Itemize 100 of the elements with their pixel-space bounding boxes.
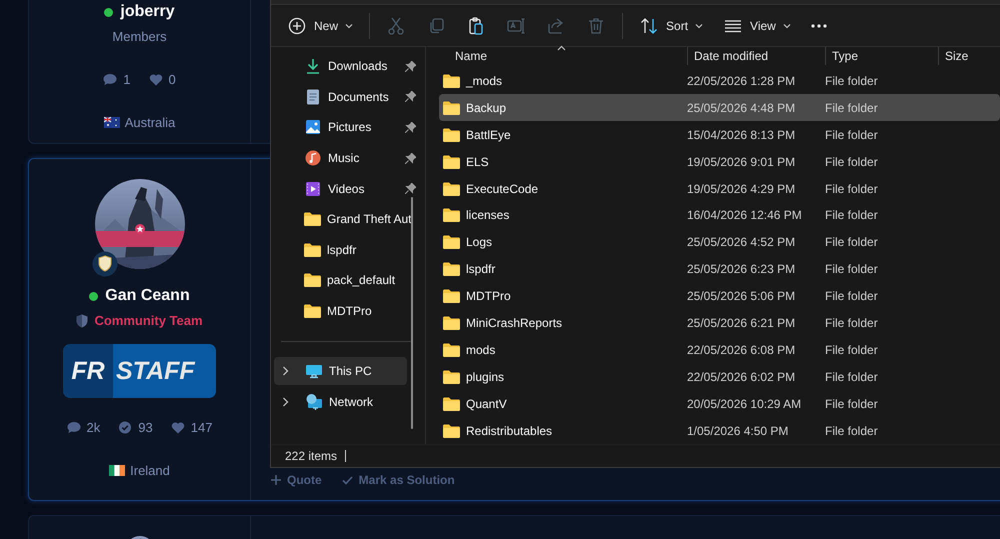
nav-item[interactable]: Documents (274, 82, 422, 112)
file-row[interactable]: lspdfr 25/05/2026 6:23 PM File folder (439, 256, 1000, 283)
type-cell-text: File folder (825, 289, 879, 304)
monitor-icon (305, 362, 323, 380)
column-header[interactable]: Date modified (694, 48, 768, 63)
stat-count: 2k (86, 420, 100, 435)
pin-icon (405, 122, 416, 133)
rename-icon (506, 16, 526, 36)
file-name: ExecuteCode (466, 182, 538, 196)
date-cell-text: 22/05/2026 1:28 PM (687, 74, 796, 88)
date-cell-text: 16/04/2026 12:46 PM (687, 208, 803, 222)
check-icon (342, 476, 353, 484)
sort-icon (639, 16, 660, 36)
file-row[interactable]: Backup 25/05/2026 4:48 PM File folder (439, 94, 1000, 122)
shield-badge-icon (92, 251, 118, 277)
type-cell-text: File folder (825, 128, 879, 142)
folder-icon (443, 424, 460, 438)
nav-item[interactable]: Videos (274, 173, 422, 204)
file-row[interactable]: ELS 19/05/2026 9:01 PM File folder (439, 148, 1000, 176)
folder-icon (443, 208, 460, 222)
heart-icon (170, 421, 185, 434)
column-header[interactable]: Type (832, 48, 858, 63)
type-cell-text: File folder (825, 342, 879, 357)
date-cell-text: 25/05/2026 4:52 PM (687, 235, 796, 250)
file-name: plugins (466, 370, 504, 384)
date-cell-text: 25/05/2026 4:48 PM (687, 100, 796, 115)
stat-count: 0 (168, 72, 176, 87)
file-name: lspdfr (466, 262, 496, 276)
file-row[interactable]: BattlEye 15/04/2026 8:13 PM File folder (439, 121, 1000, 148)
folder-icon (304, 304, 321, 318)
type-cell-text: File folder (825, 424, 879, 438)
network-icon (305, 393, 323, 412)
file-row[interactable]: Logs 25/05/2026 4:52 PM File folder (439, 228, 1000, 256)
new-button[interactable]: New (281, 12, 360, 40)
document-icon (304, 88, 322, 106)
view-button[interactable]: View (717, 12, 797, 40)
folder-icon (443, 74, 460, 88)
username[interactable]: Gan Ceann (105, 287, 190, 305)
file-name: Redistributables (466, 424, 552, 438)
nav-item[interactable]: MDTPro (274, 296, 422, 326)
date-cell-text: 20/05/2026 10:29 AM (687, 396, 802, 411)
sort-button[interactable]: Sort (633, 12, 710, 40)
chevron-icon (282, 397, 289, 408)
shield-icon (76, 314, 88, 328)
folder-icon (443, 128, 460, 142)
nav-item[interactable]: lspdfr (274, 234, 422, 266)
date-cell-text: 22/05/2026 6:08 PM (687, 342, 796, 357)
file-row[interactable]: MiniCrashReports 25/05/2026 6:21 PM File folder (439, 310, 1000, 336)
file-row[interactable]: ExecuteCode 19/05/2026 4:29 PM File folder (439, 175, 1000, 202)
type-cell-text: File folder (825, 235, 879, 250)
folder-icon (443, 342, 460, 357)
user-group: Community Team (94, 313, 203, 328)
file-row[interactable]: MDTPro 25/05/2026 5:06 PM File folder (439, 282, 1000, 310)
file-name: _mods (466, 74, 502, 88)
file-row[interactable]: QuantV 20/05/2026 10:29 AM File folder (439, 390, 1000, 418)
type-cell-text: File folder (825, 100, 879, 115)
country-label: Australia (124, 115, 176, 130)
column-header[interactable]: Name (455, 48, 488, 63)
folder-icon (443, 316, 460, 330)
date-cell-text: 19/05/2026 4:29 PM (687, 182, 796, 196)
date-cell-text: 25/05/2026 5:06 PM (687, 289, 796, 304)
file-name: MDTPro (466, 289, 511, 304)
scrollbar[interactable] (411, 197, 413, 429)
video-icon (304, 180, 322, 198)
file-name: ELS (466, 154, 489, 169)
type-cell-text: File folder (825, 262, 879, 276)
stat-count: 93 (138, 420, 153, 435)
folder-icon (443, 100, 460, 115)
stat-count: 147 (190, 420, 212, 435)
type-cell-text: File folder (825, 370, 879, 384)
file-row[interactable]: _mods 22/05/2026 1:28 PM File folder (439, 68, 1000, 94)
file-name: BattlEye (466, 128, 511, 142)
file-row[interactable]: mods 22/05/2026 6:08 PM File folder (439, 336, 1000, 364)
file-row[interactable]: licenses 16/04/2026 12:46 PM File folder (439, 202, 1000, 229)
nav-item[interactable]: Pictures (274, 112, 422, 143)
date-cell-text: 19/05/2026 9:01 PM (687, 154, 796, 169)
tree-item[interactable]: This PC (274, 357, 407, 386)
nav-item[interactable]: Downloads (274, 51, 422, 82)
file-name: Backup (466, 100, 506, 115)
music-icon (304, 149, 322, 168)
sort-caret-icon (556, 45, 566, 51)
nav-item[interactable]: Music (274, 142, 422, 174)
column-header[interactable]: Size (945, 48, 968, 63)
type-cell-text: File folder (825, 74, 879, 88)
file-name: Logs (466, 235, 492, 250)
picture-icon (304, 118, 322, 136)
heart-icon (148, 73, 162, 86)
nav-item[interactable]: Grand Theft Aut (274, 204, 422, 235)
comment-icon (66, 421, 81, 434)
date-cell-text: 1/05/2026 4:50 PM (687, 424, 790, 438)
tree-item[interactable]: Network (274, 388, 407, 416)
folder-icon (443, 396, 460, 411)
user-group: Members (112, 29, 167, 44)
caret-icon (345, 22, 354, 28)
nav-item[interactable]: pack_default (274, 265, 422, 296)
file-row[interactable]: Redistributables 1/05/2026 4:50 PM File folder (439, 417, 1000, 444)
date-cell-text: 22/05/2026 6:02 PM (687, 370, 796, 384)
username[interactable]: joberry (120, 3, 175, 21)
more-icon (810, 24, 827, 28)
file-row[interactable]: plugins 22/05/2026 6:02 PM File folder (439, 363, 1000, 390)
